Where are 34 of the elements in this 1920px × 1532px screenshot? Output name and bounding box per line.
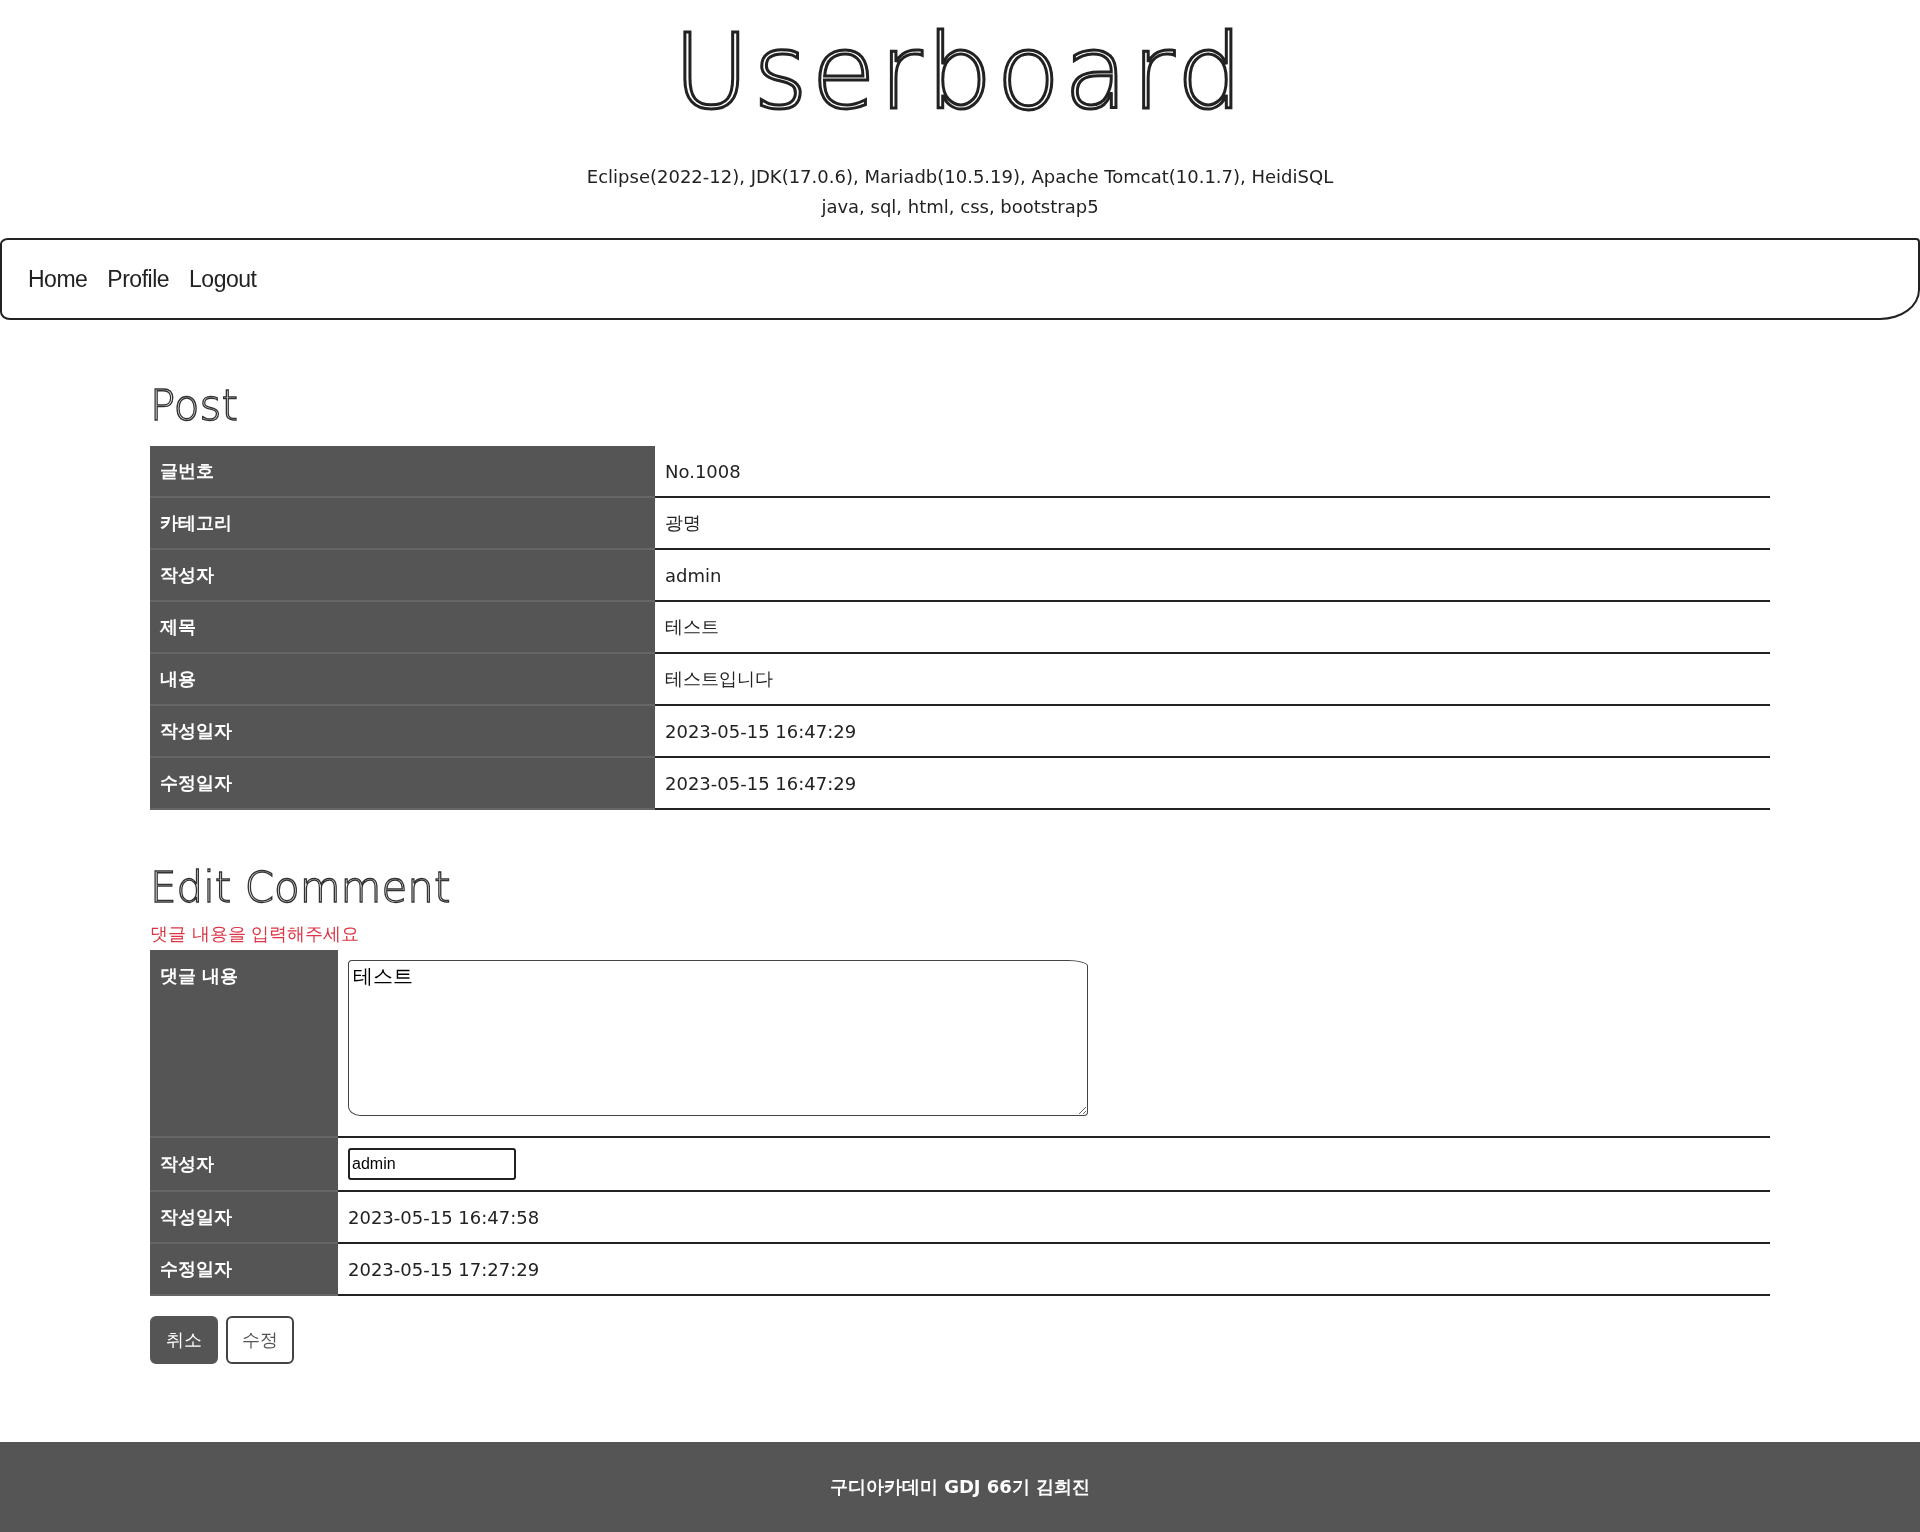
row-label: 작성자 xyxy=(150,549,655,601)
writer-input[interactable]: admin xyxy=(348,1148,516,1180)
subtitle-text: java, sql, html, css, bootstrap5 xyxy=(821,195,1099,219)
cancel-button[interactable]: 취소 xyxy=(150,1316,218,1364)
row-label: 수정일자 xyxy=(150,1243,338,1295)
table-cell: 테스트입니다 xyxy=(655,653,1770,705)
nav-link[interactable]: Logout xyxy=(189,265,257,293)
section-heading: Edit Comment xyxy=(150,864,452,912)
subtitle-text: Eclipse(2022-12), JDK(17.0.6), Mariadb(10.5.19), Apache Tomcat(10.1.7), HeidiSQL xyxy=(586,165,1334,189)
row-label: 내용 xyxy=(150,653,655,705)
site-title: Userboard xyxy=(673,12,1247,132)
nav-link[interactable]: Home xyxy=(28,265,88,293)
row-label: 작성일자 xyxy=(150,1191,338,1243)
error-message: 댓글 내용을 입력해주세요 xyxy=(150,922,361,946)
row-label: 작성일자 xyxy=(150,705,655,757)
table-cell: 광명 xyxy=(655,497,1770,549)
row-label: 수정일자 xyxy=(150,757,655,809)
table-cell: 2023-05-15 16:47:29 xyxy=(655,757,1770,809)
comment-textarea[interactable]: 테스트 xyxy=(348,960,1088,1116)
table-cell: 2023-05-15 16:47:58 xyxy=(338,1191,1770,1243)
footer-text: 구디아카데미 GDJ 66기 김희진 xyxy=(829,1475,1091,1499)
submit-button[interactable]: 수정 xyxy=(226,1316,294,1364)
table-cell: 2023-05-15 16:47:29 xyxy=(655,705,1770,757)
row-label: 제목 xyxy=(150,601,655,653)
row-label: 글번호 xyxy=(150,446,655,497)
section-heading: Post xyxy=(150,382,239,430)
table-cell: 테스트 xyxy=(655,601,1770,653)
nav-link[interactable]: Profile xyxy=(107,265,170,293)
row-label: 카테고리 xyxy=(150,497,655,549)
table-cell: admin xyxy=(655,549,1770,601)
table-cell: No.1008 xyxy=(655,446,1770,497)
row-label: 댓글 내용 xyxy=(150,950,338,1137)
row-label: 작성자 xyxy=(150,1137,338,1191)
table-cell: 2023-05-15 17:27:29 xyxy=(338,1243,1770,1295)
